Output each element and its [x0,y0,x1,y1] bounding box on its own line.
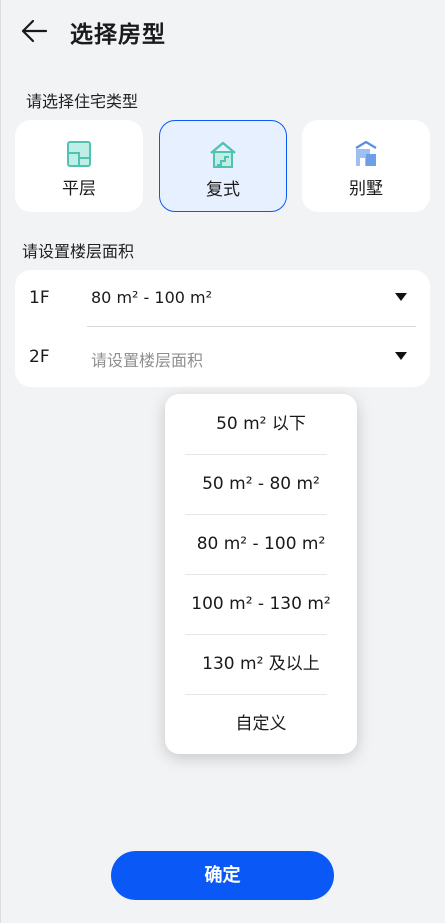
back-button[interactable] [18,16,50,46]
house-type-label-duplex: 复式 [206,180,240,200]
dropdown-option[interactable]: 50 m² - 80 m² [165,454,357,514]
duplex-house-icon [210,141,236,168]
window-edge [0,0,1,923]
house-type-label: 请选择住宅类型 [26,92,139,111]
arrow-left-icon [21,19,48,43]
caret-down-icon [395,352,407,360]
floor-number: 2F [29,347,50,367]
dropdown-option[interactable]: 80 m² - 100 m² [165,514,357,574]
page-title: 选择房型 [70,22,166,48]
dropdown-option[interactable]: 100 m² - 130 m² [165,574,357,634]
row-divider [87,326,416,327]
floor-number: 1F [29,288,50,308]
floor-area-card: 1F 80 m² - 100 m² 2F 请设置楼层面积 [15,270,430,387]
floor-row-1f[interactable]: 1F 80 m² - 100 m² [15,270,430,326]
flat-floor-icon [67,141,91,167]
villa-icon [355,140,377,166]
dropdown-option[interactable]: 130 m² 及以上 [165,634,357,694]
house-type-villa-card[interactable]: 别墅 [302,120,430,212]
floor-area-value: 80 m² - 100 m² [91,288,213,307]
dropdown-option[interactable]: 自定义 [165,694,357,754]
floor-area-placeholder: 请设置楼层面积 [91,351,204,370]
house-type-flat-card[interactable]: 平层 [15,120,143,212]
floor-row-2f[interactable]: 2F 请设置楼层面积 [15,329,430,385]
confirm-button[interactable]: 确定 [111,851,334,900]
house-type-label-flat: 平层 [62,179,96,199]
house-type-duplex-card[interactable]: 复式 [159,120,287,212]
area-dropdown-menu: 50 m² 以下 50 m² - 80 m² 80 m² - 100 m² 10… [165,394,357,754]
house-type-label-villa: 别墅 [349,179,383,199]
floor-area-label: 请设置楼层面积 [22,242,135,261]
caret-down-icon [395,293,407,301]
header: 选择房型 [0,0,445,64]
dropdown-option[interactable]: 50 m² 以下 [165,394,357,454]
